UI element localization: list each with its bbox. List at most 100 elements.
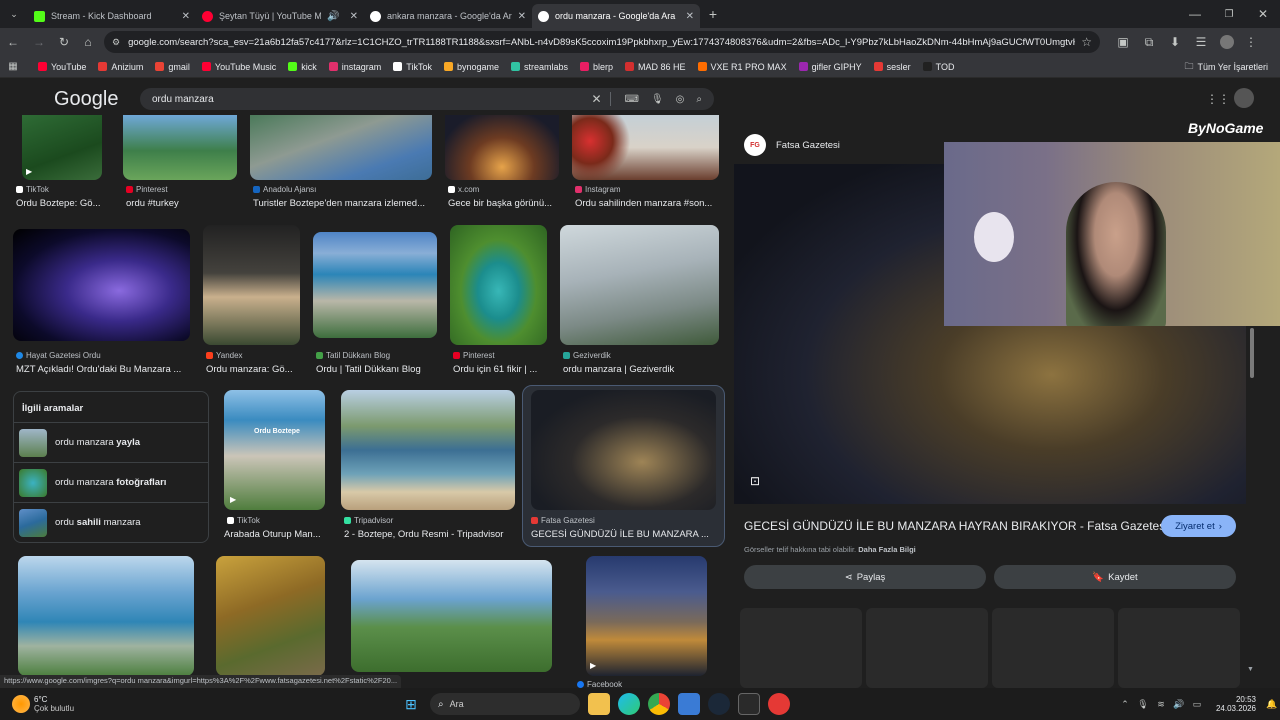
image-thumb[interactable] — [216, 556, 325, 676]
result-caption[interactable]: Ordu manzara: Gö... — [206, 364, 301, 375]
epic-games-icon[interactable] — [738, 693, 760, 715]
bookmark-item[interactable]: YouTube Music — [201, 62, 276, 72]
mic-icon[interactable]: 🎙 — [651, 94, 664, 105]
related-search-item[interactable]: ordu sahili manzara — [14, 502, 208, 542]
downloads-icon[interactable]: ⬇ — [1162, 35, 1188, 49]
lens-search-icon[interactable]: ⊡ — [750, 474, 760, 488]
image-thumb[interactable]: ▶ — [22, 115, 102, 180]
lens-icon[interactable]: ◎ — [676, 94, 685, 105]
microphone-icon[interactable]: 🎙 — [1134, 699, 1152, 710]
search-input[interactable]: ordu manzara — [152, 94, 583, 105]
clock[interactable]: 20:53 24.03.2026 — [1216, 695, 1256, 713]
tab-search-icon[interactable]: ⌄ — [0, 9, 28, 20]
apps-grid-icon[interactable]: ▦ — [0, 61, 26, 72]
all-bookmarks[interactable]: 🗀 Tüm Yer İşaretleri — [1184, 59, 1268, 75]
panel-source[interactable]: Fatsa Gazetesi — [776, 140, 840, 151]
minimize-icon[interactable]: — — [1178, 7, 1212, 21]
bookmark-item[interactable]: MAD 86 HE — [625, 62, 686, 72]
extensions-icon[interactable]: ⧉ — [1136, 35, 1162, 50]
start-icon[interactable]: ⊞ — [400, 693, 422, 715]
bookmark-item[interactable]: bynogame — [443, 62, 499, 72]
result-caption[interactable]: Ordu sahilinden manzara #son... — [575, 198, 719, 209]
image-thumb[interactable] — [250, 115, 432, 180]
taskbar-search[interactable]: ⌕ Ara — [430, 693, 580, 715]
tray-overflow-icon[interactable]: ⌃ — [1116, 699, 1134, 710]
bookmark-item[interactable]: TOD — [922, 62, 954, 72]
bookmark-star-icon[interactable]: ☆ — [1081, 35, 1092, 49]
bookmark-item[interactable]: kick — [288, 62, 317, 72]
profile-avatar[interactable] — [1214, 35, 1240, 49]
image-thumb[interactable] — [18, 556, 194, 676]
bookmark-item[interactable]: sesler — [873, 62, 911, 72]
menu-icon[interactable]: ⋮ — [1240, 35, 1262, 49]
account-avatar[interactable] — [1234, 88, 1254, 108]
related-search-item[interactable]: ordu manzara yayla — [14, 422, 208, 462]
tab-youtube-music[interactable]: Şeytan Tüyü | YouTube Music 🔊 ✕ — [196, 4, 364, 28]
media-icon[interactable]: ▣ — [1110, 35, 1136, 49]
image-thumb-selected[interactable] — [531, 390, 716, 510]
image-thumb[interactable] — [313, 232, 437, 338]
search-box[interactable]: ordu manzara ✕ ⌨ 🎙 ◎ ⌕ — [140, 88, 714, 110]
result-caption[interactable]: Ordu Boztepe: Gö... — [16, 198, 116, 209]
bookmark-item[interactable]: Anizium — [98, 62, 143, 72]
back-icon[interactable]: ← — [0, 35, 26, 49]
close-icon[interactable]: ✕ — [518, 11, 526, 22]
tab-kick-dashboard[interactable]: Stream - Kick Dashboard ✕ — [28, 4, 196, 28]
close-icon[interactable]: ✕ — [686, 11, 694, 22]
google-apps-icon[interactable]: ⋮⋮ — [1206, 92, 1230, 106]
close-icon[interactable]: ✕ — [350, 11, 358, 22]
microsoft-store-icon[interactable] — [678, 693, 700, 715]
tab-ankara-manzara[interactable]: ankara manzara - Google'da Ara ✕ — [364, 4, 532, 28]
result-caption[interactable]: Ordu | Tatil Dükkanı Blog — [316, 364, 440, 375]
edge-icon[interactable] — [618, 693, 640, 715]
search-icon[interactable]: ⌕ — [696, 94, 702, 105]
image-thumb[interactable] — [572, 115, 719, 180]
save-button[interactable]: 🔖 Kaydet — [994, 565, 1236, 589]
bookmark-item[interactable]: YouTube — [38, 62, 86, 72]
new-tab-icon[interactable]: + — [700, 6, 726, 22]
result-caption[interactable]: Ordu için 61 fikir | ... — [453, 364, 548, 375]
wifi-icon[interactable]: ≋ — [1152, 699, 1170, 710]
reading-list-icon[interactable]: ☰ — [1188, 35, 1214, 49]
close-window-icon[interactable]: ✕ — [1246, 7, 1280, 21]
keyboard-icon[interactable]: ⌨ — [625, 94, 639, 105]
site-info-icon[interactable]: ⚙ — [112, 37, 120, 48]
share-button[interactable]: ⋖ Paylaş — [744, 565, 986, 589]
result-caption[interactable]: Arabada Oturup Man... — [224, 529, 324, 540]
related-search-item[interactable]: ordu manzara fotoğrafları — [14, 462, 208, 502]
clear-icon[interactable]: ✕ — [591, 92, 601, 106]
image-thumb[interactable] — [341, 390, 515, 510]
steam-icon[interactable] — [708, 693, 730, 715]
bookmark-item[interactable]: blerp — [580, 62, 613, 72]
volume-icon[interactable]: 🔊 — [1170, 699, 1188, 710]
google-logo[interactable]: Google — [54, 88, 119, 111]
image-thumb[interactable]: ▶ — [586, 556, 707, 676]
bookmark-item[interactable]: instagram — [328, 62, 381, 72]
notification-icon[interactable]: 🔔 — [1264, 699, 1280, 710]
result-caption[interactable]: 2 - Boztepe, Ordu Resmi - Tripadvisor — [344, 529, 516, 540]
result-caption[interactable]: MZT Açıkladı! Ordu'daki Bu Manzara ... — [16, 364, 190, 375]
restore-icon[interactable]: ❐ — [1212, 9, 1246, 20]
bookmark-item[interactable]: TikTok — [393, 62, 432, 72]
forward-icon[interactable]: → — [26, 35, 52, 49]
visit-button[interactable]: Ziyaret et › — [1161, 515, 1236, 537]
battery-icon[interactable]: ▭ — [1188, 699, 1206, 710]
result-caption[interactable]: Gece bir başka görünü... — [448, 198, 560, 209]
home-icon[interactable]: ⌂ — [76, 35, 100, 49]
result-caption[interactable]: Turistler Boztepe'den manzara izlemed... — [253, 198, 433, 209]
scrollbar[interactable] — [1250, 328, 1254, 378]
bookmark-item[interactable]: VXE R1 PRO MAX — [697, 62, 787, 72]
weather-widget[interactable]: 6°C Çok bulutlu — [12, 695, 74, 713]
result-caption[interactable]: ordu #turkey — [126, 198, 236, 209]
image-thumb[interactable] — [123, 115, 237, 180]
image-thumb[interactable] — [445, 115, 559, 180]
reload-icon[interactable]: ↻ — [52, 35, 76, 49]
result-caption[interactable]: GECESİ GÜNDÜZÜ İLE BU MANZARA ... — [531, 529, 714, 540]
image-thumb[interactable] — [203, 225, 300, 345]
panel-title[interactable]: GECESİ GÜNDÜZÜ İLE BU MANZARA HAYRAN BIR… — [744, 519, 1168, 533]
image-thumb[interactable] — [560, 225, 719, 345]
recording-app-icon[interactable] — [768, 693, 790, 715]
speaker-icon[interactable]: 🔊 — [327, 11, 339, 22]
chrome-icon[interactable] — [648, 693, 670, 715]
bookmark-item[interactable]: streamlabs — [511, 62, 568, 72]
